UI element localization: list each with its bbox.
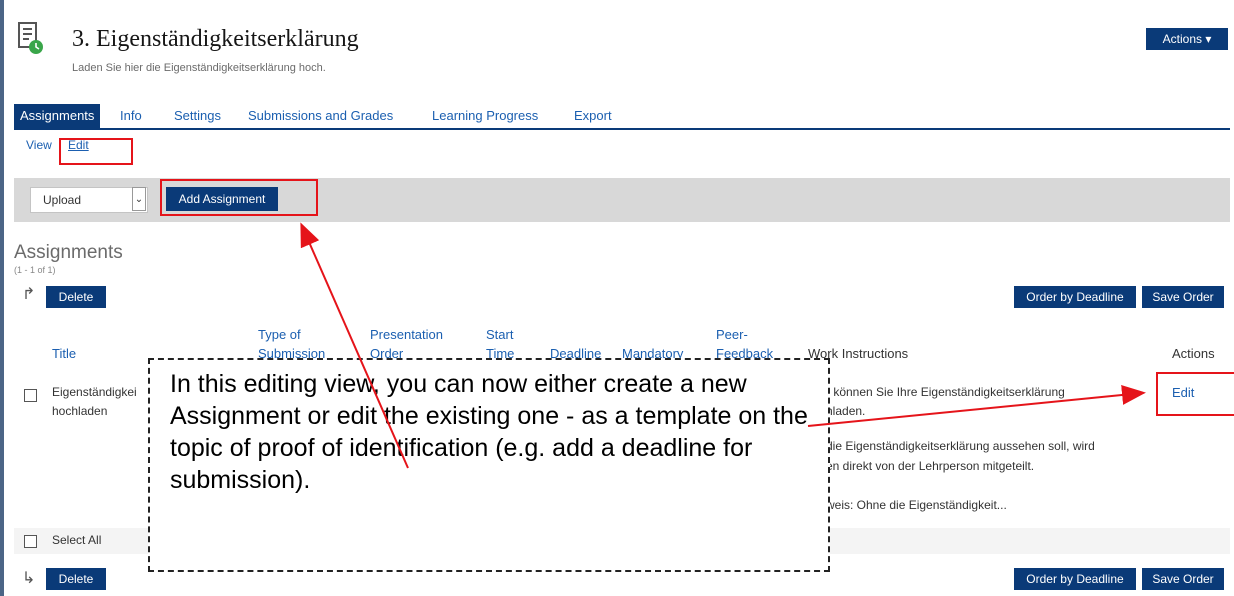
- tab-export[interactable]: Export: [568, 104, 618, 128]
- highlight-edit-link: [1156, 372, 1234, 416]
- multi-action-arrow-icon-bottom: ↳: [22, 570, 36, 587]
- row-instructions-line3: die Eigenständigkeitserklärung aussehen …: [826, 439, 1095, 453]
- select-all-checkbox[interactable]: [24, 535, 37, 548]
- actions-dropdown-button[interactable]: Actions ▾: [1146, 28, 1228, 50]
- tab-bar: Assignments Info Settings Submissions an…: [14, 104, 1230, 130]
- order-by-deadline-button-top[interactable]: Order by Deadline: [1014, 286, 1136, 308]
- chevron-down-icon[interactable]: ⌄: [132, 187, 146, 211]
- col-header-actions: Actions: [1172, 346, 1215, 361]
- tab-submissions-and-grades[interactable]: Submissions and Grades: [242, 104, 399, 128]
- row-instructions-line2: hladen.: [826, 404, 866, 418]
- tab-info[interactable]: Info: [114, 104, 148, 128]
- row-title-line1: Eigenständigkei: [52, 385, 137, 399]
- select-all-label[interactable]: Select All: [52, 530, 101, 551]
- section-title: Assignments: [14, 242, 123, 263]
- page-title: 3. Eigenständigkeitserklärung: [72, 26, 359, 52]
- row-instructions-line1: r können Sie Ihre Eigenständigkeitserklä…: [826, 385, 1065, 399]
- highlight-edit-subtab: [59, 138, 133, 165]
- row-instructions-line4: en direkt von der Lehrperson mitgeteilt.: [826, 459, 1035, 473]
- annotation-text: In this editing view, you can now either…: [170, 370, 808, 494]
- window-border: [0, 0, 4, 596]
- annotation-callout: In this editing view, you can now either…: [148, 358, 830, 572]
- col-header-title[interactable]: Title: [52, 344, 76, 363]
- row-checkbox[interactable]: [24, 389, 37, 402]
- delete-button-top[interactable]: Delete: [46, 286, 106, 308]
- row-title-line2: hochladen: [52, 404, 108, 418]
- save-order-button-top[interactable]: Save Order: [1142, 286, 1224, 308]
- multi-action-arrow-icon: ↱: [22, 286, 36, 303]
- assignment-type-select[interactable]: Upload: [30, 187, 148, 213]
- exercise-icon: [18, 22, 43, 54]
- row-instructions-line5: weis: Ohne die Eigenständigkeit...: [826, 498, 1007, 512]
- select-value: Upload: [43, 193, 82, 207]
- tab-settings[interactable]: Settings: [168, 104, 227, 128]
- subtab-view[interactable]: View: [26, 138, 52, 152]
- tab-assignments[interactable]: Assignments: [14, 104, 101, 128]
- order-by-deadline-button-bottom[interactable]: Order by Deadline: [1014, 568, 1136, 590]
- tab-learning-progress[interactable]: Learning Progress: [426, 104, 544, 128]
- section-count: (1 - 1 of 1): [14, 265, 56, 275]
- page-description: Laden Sie hier die Eigenständigkeitserkl…: [72, 62, 326, 74]
- save-order-button-bottom[interactable]: Save Order: [1142, 568, 1224, 590]
- delete-button-bottom[interactable]: Delete: [46, 568, 106, 590]
- highlight-add-assignment: [160, 179, 318, 216]
